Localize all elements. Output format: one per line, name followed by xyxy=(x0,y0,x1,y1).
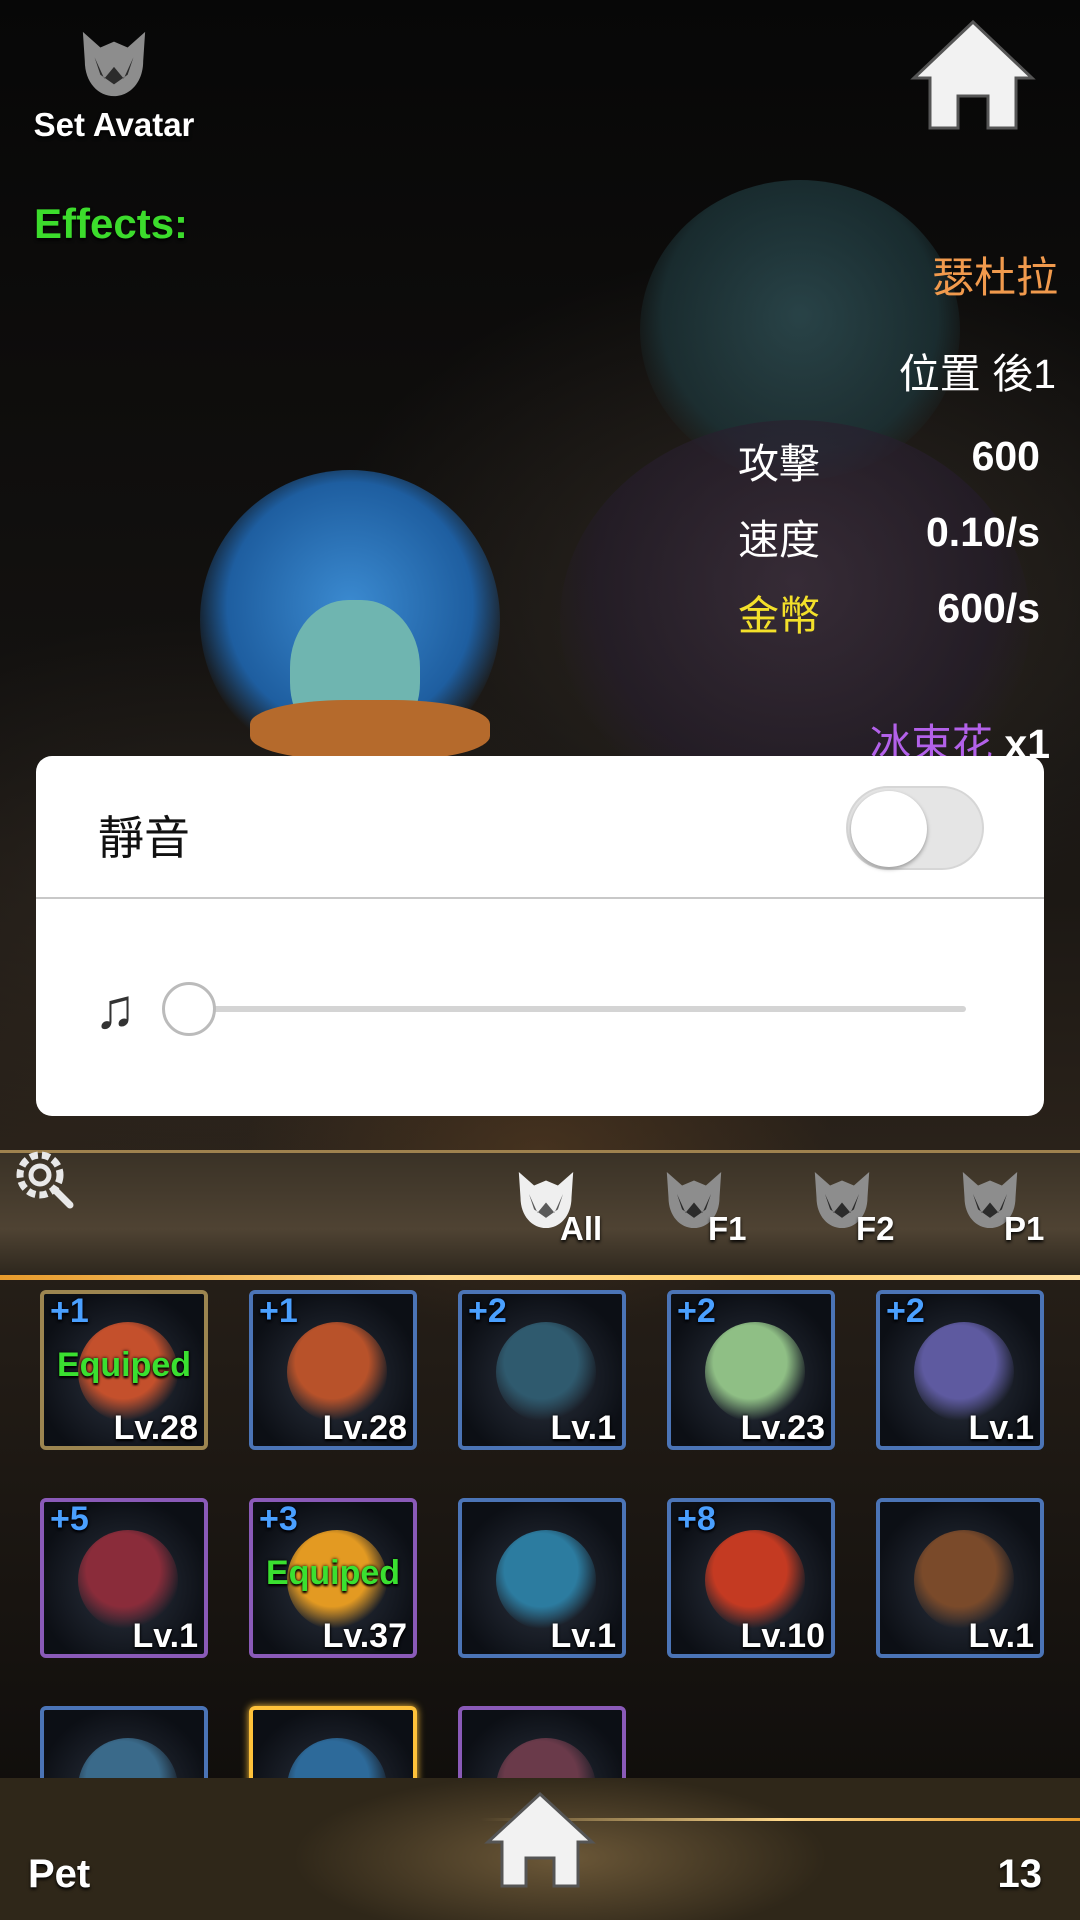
pet-plus-badge: +8 xyxy=(677,1500,716,1538)
pet-card[interactable]: +2 Lv.1 xyxy=(458,1290,626,1450)
tab-f1[interactable]: F1 xyxy=(660,1168,780,1248)
tab-all[interactable]: All xyxy=(512,1168,632,1248)
pet-portrait xyxy=(705,1530,805,1630)
settings-gear-icon[interactable] xyxy=(10,1145,76,1211)
equipped-label: Equiped xyxy=(265,1554,401,1592)
set-avatar-label: Set Avatar xyxy=(33,106,195,143)
pet-portrait xyxy=(914,1530,1014,1630)
stat-value: 0.10/s xyxy=(926,509,1040,555)
pet-card[interactable] xyxy=(249,1706,417,1778)
pet-card[interactable]: +1 Lv.28 xyxy=(249,1290,417,1450)
tab-f2[interactable]: F2 xyxy=(808,1168,928,1248)
tab-p1[interactable]: P1 xyxy=(956,1168,1076,1248)
pet-character-collar xyxy=(250,700,490,760)
pet-level: Lv.1 xyxy=(132,1617,198,1655)
pet-card[interactable]: +8 Lv.10 xyxy=(667,1498,835,1658)
stat-speed: 速度 0.10/s xyxy=(738,506,1058,566)
volume-slider[interactable] xyxy=(186,1006,966,1012)
toggle-knob xyxy=(851,791,927,867)
pet-card[interactable]: +1 Equiped Lv.28 xyxy=(40,1290,208,1450)
pet-count: 13 xyxy=(997,1852,1043,1896)
pet-card[interactable] xyxy=(458,1706,626,1778)
wolf-emblem-icon xyxy=(82,31,146,97)
section-label: Pet xyxy=(28,1852,91,1896)
tab-label: F2 xyxy=(856,1210,895,1247)
pet-plus-badge: +2 xyxy=(468,1292,507,1330)
pet-portrait xyxy=(78,1530,178,1630)
stat-value: 600/s xyxy=(937,585,1040,631)
pet-grid: +1 Equiped Lv.28 +1 Lv.28 +2 Lv.1 +2 Lv.23 +2 Lv.1… xyxy=(0,1290,1080,1778)
stat-label: 金幣 xyxy=(738,593,820,639)
set-avatar-button[interactable]: Set Avatar xyxy=(24,28,204,163)
settings-modal: 靜音 ♫ xyxy=(36,756,1044,1116)
home-icon[interactable] xyxy=(484,1790,596,1890)
pet-name: 瑟杜拉 xyxy=(931,254,1058,301)
effects-label: Effects: xyxy=(34,200,189,247)
pet-plus-badge: +1 xyxy=(259,1292,298,1330)
stat-value: 600 xyxy=(971,433,1040,479)
pet-portrait xyxy=(287,1738,387,1778)
pet-level: Lv.1 xyxy=(968,1617,1034,1655)
pet-level: Lv.10 xyxy=(740,1617,825,1655)
pet-plus-badge: +3 xyxy=(259,1500,298,1538)
home-icon[interactable] xyxy=(908,18,1038,132)
mute-row: 靜音 xyxy=(36,756,1044,899)
mute-toggle[interactable] xyxy=(846,786,984,870)
pet-plus-badge: +5 xyxy=(50,1500,89,1538)
pet-level: Lv.1 xyxy=(968,1409,1034,1447)
stat-label: 速度 xyxy=(738,517,820,563)
pet-card[interactable]: +3 Equiped Lv.37 xyxy=(249,1498,417,1658)
pet-level: Lv.1 xyxy=(550,1617,616,1655)
pet-position: 位置 後1 xyxy=(898,351,1056,397)
pet-portrait xyxy=(496,1530,596,1630)
pet-card[interactable] xyxy=(40,1706,208,1778)
pet-portrait xyxy=(496,1322,596,1422)
pet-plus-badge: +2 xyxy=(677,1292,716,1330)
pet-card[interactable]: Lv.1 xyxy=(458,1498,626,1658)
pet-level: Lv.28 xyxy=(113,1409,198,1447)
tab-label: P1 xyxy=(1004,1210,1045,1247)
pet-card[interactable]: Lv.1 xyxy=(876,1498,1044,1658)
pet-portrait xyxy=(287,1322,387,1422)
pet-card[interactable]: +2 Lv.1 xyxy=(876,1290,1044,1450)
pet-portrait xyxy=(705,1322,805,1422)
pet-level: Lv.28 xyxy=(322,1409,407,1447)
pet-portrait xyxy=(914,1322,1014,1422)
pet-plus-badge: +1 xyxy=(50,1292,89,1330)
stat-label: 攻擊 xyxy=(738,441,820,487)
pet-card[interactable]: +2 Lv.23 xyxy=(667,1290,835,1450)
pet-plus-badge: +2 xyxy=(886,1292,925,1330)
pet-portrait xyxy=(78,1738,178,1778)
tab-label: All xyxy=(560,1210,603,1247)
stat-attack: 攻擊 600 xyxy=(738,430,1058,490)
volume-slider-knob[interactable] xyxy=(162,982,216,1036)
music-note-icon: ♫ xyxy=(94,977,136,1040)
pet-card[interactable]: +5 Lv.1 xyxy=(40,1498,208,1658)
pet-portrait xyxy=(496,1738,596,1778)
pet-level: Lv.1 xyxy=(550,1409,616,1447)
pet-level: Lv.23 xyxy=(740,1409,825,1447)
tab-label: F1 xyxy=(708,1210,747,1247)
mute-label: 靜音 xyxy=(98,812,190,864)
pet-level: Lv.37 xyxy=(322,1617,407,1655)
equipped-label: Equiped xyxy=(56,1346,192,1384)
stat-gold: 金幣 600/s xyxy=(738,582,1058,642)
